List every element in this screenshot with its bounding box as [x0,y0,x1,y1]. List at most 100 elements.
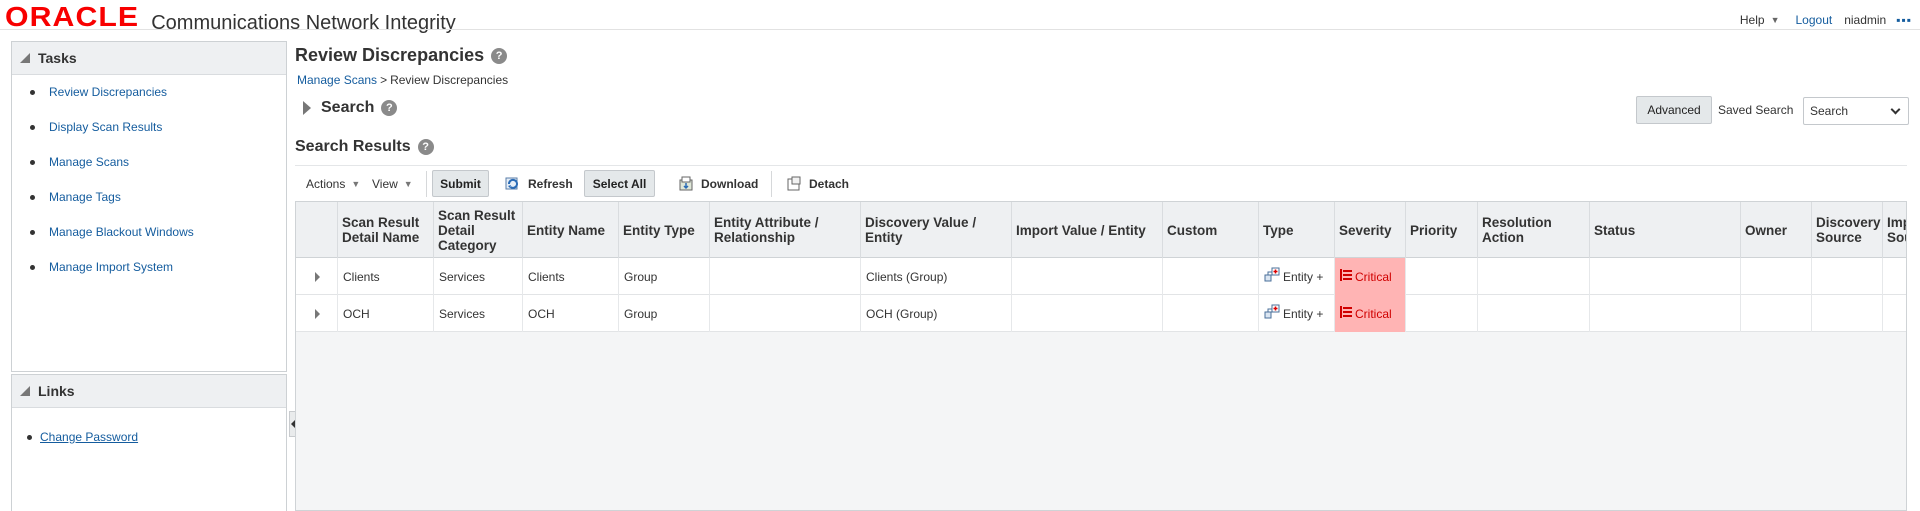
task-item: Display Scan Results [22,120,286,155]
column-header[interactable]: Resolution Action [1478,202,1590,258]
cell-owner [1741,258,1812,295]
detach-label: Detach [809,177,850,191]
links-panel-header[interactable]: Links [12,375,286,408]
cell-type: Entity + [1259,295,1335,332]
user-name: niadmin [1844,13,1887,27]
task-item: Manage Blackout Windows [22,225,286,260]
task-link-manage-tags[interactable]: Manage Tags [49,190,121,205]
submit-button[interactable]: Submit [432,170,489,197]
column-header[interactable]: Type [1259,202,1335,258]
task-link-display-scan-results[interactable]: Display Scan Results [49,120,162,135]
view-menu[interactable]: View ▼ [372,167,413,201]
column-header[interactable]: Entity Attribute / Relationship [710,202,861,258]
bullet-icon [30,195,35,200]
entity-plus-icon [1264,304,1280,323]
expand-arrow-icon[interactable] [303,101,311,115]
actions-menu[interactable]: Actions ▼ [306,167,360,201]
column-header[interactable]: Entity Type [619,202,710,258]
tasks-panel-header[interactable]: Tasks [12,42,286,75]
column-header[interactable]: Discovery Value / Entity [861,202,1012,258]
column-header[interactable]: Import Value / Entity [1012,202,1163,258]
advanced-button[interactable]: Advanced [1636,96,1712,124]
column-header[interactable]: Import Source [1883,202,1906,258]
column-header[interactable]: Status [1590,202,1741,258]
download-icon [677,175,695,193]
search-section-toggle[interactable]: Search ? [303,99,398,117]
results-toolbar: Actions ▼ View ▼ Submit Refresh Select All… [295,167,1907,201]
select-all-button[interactable]: Select All [584,170,655,197]
column-header-expand [296,202,338,258]
breadcrumb-separator: > [380,73,388,87]
cell-discovery-value: Clients (Group) [861,258,1012,295]
task-link-manage-scans[interactable]: Manage Scans [49,155,129,170]
collapse-triangle-icon[interactable] [20,386,30,396]
cell-custom [1163,258,1259,295]
breadcrumb-manage-scans[interactable]: Manage Scans [297,73,377,87]
actions-menu-label: Actions [306,177,346,191]
cell-discovery-value: OCH (Group) [861,295,1012,332]
refresh-button[interactable]: Refresh [504,167,573,201]
page-title-text: Review Discrepancies [295,45,485,65]
cell-custom [1163,295,1259,332]
cell-priority [1406,295,1478,332]
cell-discovery-source [1812,295,1883,332]
type-label: Entity + [1283,306,1324,321]
table-row[interactable]: Clients Services Clients Group Clients (… [296,258,1906,295]
bullet-icon [30,125,35,130]
help-icon[interactable]: ? [417,139,434,155]
cell-scan-result-name: Clients [338,258,434,295]
table-row[interactable]: OCH Services OCH Group OCH (Group) Entit… [296,295,1906,332]
chevron-down-icon: ▼ [351,179,361,189]
expand-arrow-icon[interactable] [315,308,320,319]
page-title: Review Discrepancies ? [295,45,508,66]
cell-priority [1406,258,1478,295]
cell-import-value [1012,258,1163,295]
tasks-panel: Tasks Review Discrepancies Display Scan … [11,41,287,372]
entity-plus-icon [1264,267,1280,286]
change-password-link[interactable]: Change Password [40,430,138,444]
task-link-manage-import-system[interactable]: Manage Import System [49,260,173,275]
results-title-text: Search Results [295,138,411,155]
column-header[interactable]: Scan Result Detail Name [338,202,434,258]
cell-status [1590,258,1741,295]
type-label: Entity + [1283,269,1324,284]
cell-import-value [1012,295,1163,332]
collapse-triangle-icon[interactable] [20,53,30,63]
more-options-icon[interactable]: ▪▪▪ [1896,13,1912,27]
expand-arrow-icon[interactable] [315,271,320,282]
help-icon[interactable]: ? [381,100,398,116]
cell-severity: Critical [1335,295,1406,332]
saved-search-label: Saved Search [1718,103,1794,117]
help-chevron-down-icon[interactable]: ▼ [1771,15,1780,25]
cell-category: Services [434,258,523,295]
column-header[interactable]: Custom [1163,202,1259,258]
cell-import-source [1883,258,1906,295]
column-header[interactable]: Priority [1406,202,1478,258]
help-menu[interactable]: Help [1740,13,1765,27]
links-panel: Links Change Password [11,374,287,511]
saved-search-value: Search [1810,104,1849,118]
row-expand[interactable] [296,258,338,295]
download-button[interactable]: Download [677,167,758,201]
task-item: Manage Tags [22,190,286,225]
column-header[interactable]: Severity [1335,202,1406,258]
toolbar-separator [426,171,427,197]
cell-entity-type: Group [619,258,710,295]
row-expand[interactable] [296,295,338,332]
task-link-manage-blackout-windows[interactable]: Manage Blackout Windows [49,225,194,240]
task-link-review-discrepancies[interactable]: Review Discrepancies [49,85,167,100]
column-header[interactable]: Entity Name [523,202,619,258]
detach-button[interactable]: Detach [785,167,849,201]
logout-link[interactable]: Logout [1796,13,1833,27]
column-header[interactable]: Owner [1741,202,1812,258]
links-item: Change Password [12,408,286,444]
cell-status [1590,295,1741,332]
task-item: Manage Import System [22,260,286,295]
cell-entity-type: Group [619,295,710,332]
column-header[interactable]: Discovery Source [1812,202,1883,258]
cell-entity-name: Clients [523,258,619,295]
help-icon[interactable]: ? [491,47,508,64]
saved-search-select[interactable]: Search [1803,97,1909,125]
column-header[interactable]: Scan Result Detail Category [434,202,523,258]
detach-icon [785,175,803,193]
